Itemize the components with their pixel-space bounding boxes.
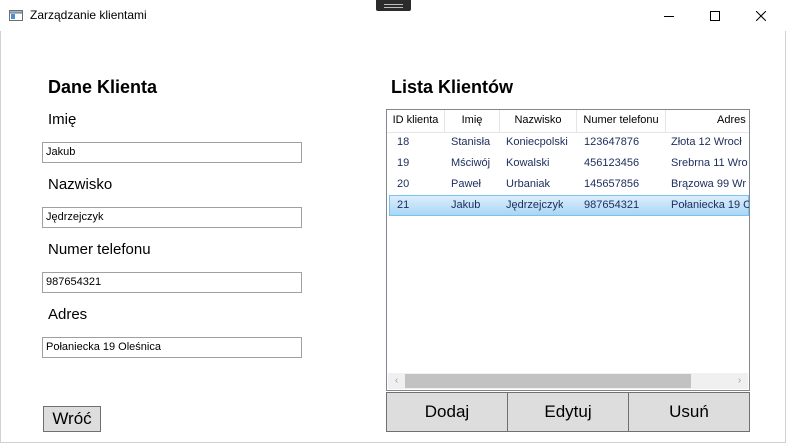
back-button[interactable]: Wróć [43,406,101,432]
cell-last-name: Urbaniak [506,178,551,190]
phone-input[interactable]: 987654321 [42,272,302,293]
drag-handle-icon[interactable] [376,0,411,11]
cell-first-name: Paweł [451,178,481,190]
last-name-label: Nazwisko [48,176,113,193]
scroll-right-icon[interactable]: › [731,373,748,389]
cell-id: 21 [397,199,410,211]
close-icon [756,10,766,21]
cell-phone: 456123456 [584,157,640,169]
client-details-heading: Dane Klienta [48,77,158,97]
minimize-button[interactable] [646,0,692,31]
window-title: Zarządzanie klientami [30,8,147,22]
scroll-left-icon[interactable]: ‹ [388,373,405,389]
cell-phone: 123647876 [584,136,640,148]
cell-first-name: Stanisła [451,136,491,148]
client-list-grid[interactable]: ID klienta Imię Nazwisko Numer telefonu … [386,109,750,391]
cell-last-name: Koniecpolski [506,136,568,148]
column-header-id[interactable]: ID klienta [387,110,445,132]
horizontal-scrollbar[interactable]: ‹ › [388,373,748,389]
cell-phone: 987654321 [584,199,640,211]
cell-id: 19 [397,157,410,169]
edit-button[interactable]: Edytuj [507,392,629,432]
grid-header: ID klienta Imię Nazwisko Numer telefonu … [387,110,749,133]
column-header-address[interactable]: Adres [666,110,749,132]
close-button[interactable] [738,0,784,31]
cell-last-name: Kowalski [506,157,550,169]
app-window-icon [9,10,23,21]
client-list-heading: Lista Klientów [391,77,514,97]
cell-id: 18 [397,136,410,148]
maximize-button[interactable] [692,0,738,31]
first-name-label: Imię [48,111,77,128]
cell-address: Brązowa 99 Wr [671,178,746,190]
add-button[interactable]: Dodaj [386,392,508,432]
minimize-icon [664,15,674,17]
cell-first-name: Mściwój [451,157,491,169]
column-header-last-name[interactable]: Nazwisko [500,110,577,132]
table-row[interactable]: 19 Mściwój Kowalski 456123456 Srebrna 11… [389,153,749,174]
table-row-selected[interactable]: 21 Jakub Jędrzejczyk 987654321 Połanieck… [389,195,749,216]
cell-phone: 145657856 [584,178,640,190]
column-header-first-name[interactable]: Imię [445,110,500,132]
cell-last-name: Jędrzejczyk [506,199,564,211]
last-name-input[interactable]: Jędrzejczyk [42,207,302,228]
column-header-phone[interactable]: Numer telefonu [577,110,666,132]
cell-address: Połaniecka 19 O [671,199,749,211]
delete-button[interactable]: Usuń [628,392,750,432]
cell-address: Złota 12 Wrocł [671,136,742,148]
table-row[interactable]: 20 Paweł Urbaniak 145657856 Brązowa 99 W… [389,174,749,195]
address-label: Adres [48,306,88,323]
first-name-input[interactable]: Jakub [42,142,302,163]
phone-label: Numer telefonu [48,241,151,258]
maximize-icon [710,10,720,21]
address-input[interactable]: Połaniecka 19 Oleśnica [42,337,302,358]
cell-id: 20 [397,178,410,190]
cell-first-name: Jakub [451,199,481,211]
scrollbar-thumb[interactable] [405,374,691,388]
table-row[interactable]: 18 Stanisła Koniecpolski 123647876 Złota… [389,132,749,153]
cell-address: Srebrna 11 Wro [671,157,748,169]
title-bar: Zarządzanie klientami [0,0,786,31]
